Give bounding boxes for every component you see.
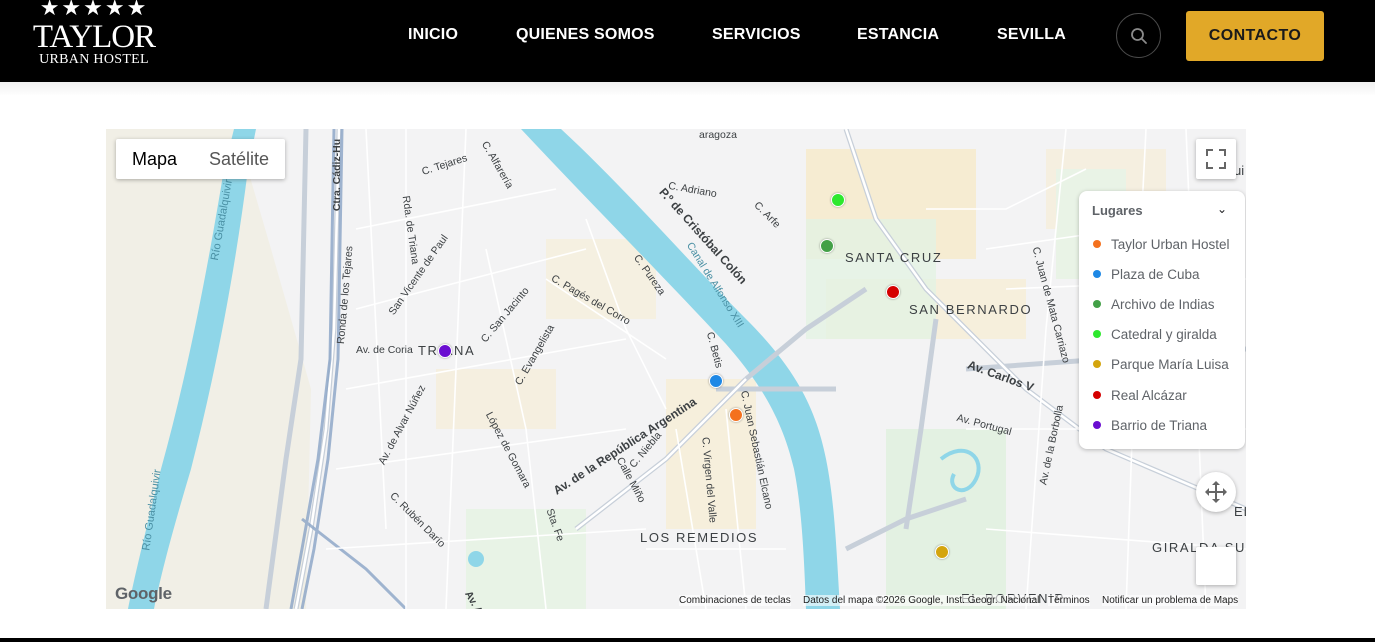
map-attribution: Combinaciones de teclas Datos del mapa ©…: [106, 594, 1246, 609]
camera-control-icon: [1205, 481, 1227, 503]
camera-control-button[interactable]: [1196, 472, 1236, 512]
terms-link[interactable]: Términos: [1048, 595, 1090, 606]
nav-inicio[interactable]: INICIO: [408, 26, 458, 44]
legend-dot: [1093, 360, 1101, 368]
legend-label: Taylor Urban Hostel: [1111, 236, 1230, 252]
marker-archivo-de-indias[interactable]: [820, 239, 834, 253]
legend-item[interactable]: Parque María Luisa: [1093, 355, 1229, 373]
nav-servicios[interactable]: SERVICIOS: [712, 26, 801, 44]
legend-item[interactable]: Plaza de Cuba: [1093, 265, 1200, 283]
legend-title: Lugares: [1092, 203, 1143, 218]
marker-barrio-de-triana[interactable]: [438, 344, 452, 358]
fullscreen-button[interactable]: [1196, 139, 1236, 179]
header-shadow: [0, 82, 1375, 96]
district-label: SAN BERNARDO: [909, 302, 1033, 317]
nav-sevilla[interactable]: SEVILLA: [997, 26, 1066, 44]
map-type-mapa[interactable]: Mapa: [116, 139, 193, 179]
legend-label: Real Alcázar: [1111, 387, 1187, 403]
search-button[interactable]: [1116, 13, 1161, 58]
legend-dot: [1093, 421, 1101, 429]
legend-label: Plaza de Cuba: [1111, 266, 1200, 282]
zoom-control[interactable]: [1196, 547, 1236, 585]
legend-item[interactable]: Catedral y giralda: [1093, 325, 1217, 343]
legend-item[interactable]: Real Alcázar: [1093, 386, 1187, 404]
marker-plaza-de-cuba[interactable]: [709, 374, 723, 388]
legend-dot: [1093, 300, 1101, 308]
marker-taylor-urban-hostel[interactable]: [729, 408, 743, 422]
nav-estancia[interactable]: ESTANCIA: [857, 26, 939, 44]
map-type-satelite[interactable]: Satélite: [193, 139, 285, 179]
street-label: Av. de Coria: [356, 344, 413, 356]
logo-subtitle: URBAN HOSTEL: [39, 52, 149, 67]
map-type-control: Mapa Satélite: [116, 139, 286, 179]
street-label: Ctra. Cádiz-Hu: [331, 138, 344, 212]
site-header: ★★★★★ TAYLOR URBAN HOSTEL INICIO QUIENES…: [0, 0, 1375, 82]
legend-label: Parque María Luisa: [1111, 356, 1229, 372]
legend-dot: [1093, 391, 1101, 399]
places-legend: Lugares ⌄ Taylor Urban Hostel Plaza de C…: [1079, 191, 1245, 449]
street-label: aragoza: [699, 129, 737, 141]
marker-real-alcazar[interactable]: [886, 285, 900, 299]
report-problem-link[interactable]: Notificar un problema de Maps: [1102, 595, 1239, 606]
district-label: SANTA CRUZ: [845, 250, 943, 265]
site-logo[interactable]: ★★★★★ TAYLOR URBAN HOSTEL: [28, 0, 160, 72]
legend-item[interactable]: Barrio de Triana: [1093, 416, 1207, 434]
marker-parque-maria-luisa[interactable]: [935, 545, 949, 559]
chevron-down-icon[interactable]: ⌄: [1217, 202, 1227, 216]
legend-dot: [1093, 270, 1101, 278]
district-label: LOS REMEDIOS: [640, 530, 759, 545]
legend-label: Barrio de Triana: [1111, 417, 1208, 433]
legend-label: Archivo de Indias: [1111, 296, 1215, 312]
nav-quienes-somos[interactable]: QUIENES SOMOS: [516, 26, 655, 44]
legend-dot: [1093, 330, 1101, 338]
marker-catedral-y-giralda[interactable]: [831, 193, 845, 207]
logo-name: TAYLOR: [32, 19, 156, 55]
keyboard-shortcuts-link[interactable]: Combinaciones de teclas: [679, 595, 791, 606]
footer-edge: [0, 638, 1375, 642]
legend-label: Catedral y giralda: [1111, 326, 1217, 342]
legend-dot: [1093, 240, 1101, 248]
legend-item[interactable]: Taylor Urban Hostel: [1093, 235, 1230, 253]
fullscreen-icon: [1206, 149, 1226, 169]
google-map[interactable]: C. Tejares C. Alfarería Ctra. Cádiz-Hu R…: [106, 129, 1246, 609]
logo-stars: ★★★★★: [39, 0, 149, 20]
contact-button[interactable]: CONTACTO: [1186, 11, 1324, 61]
legend-item[interactable]: Archivo de Indias: [1093, 295, 1215, 313]
map-data-text: Datos del mapa ©2026 Google, Inst. Geogr…: [803, 595, 1040, 606]
search-icon: [1131, 28, 1147, 44]
